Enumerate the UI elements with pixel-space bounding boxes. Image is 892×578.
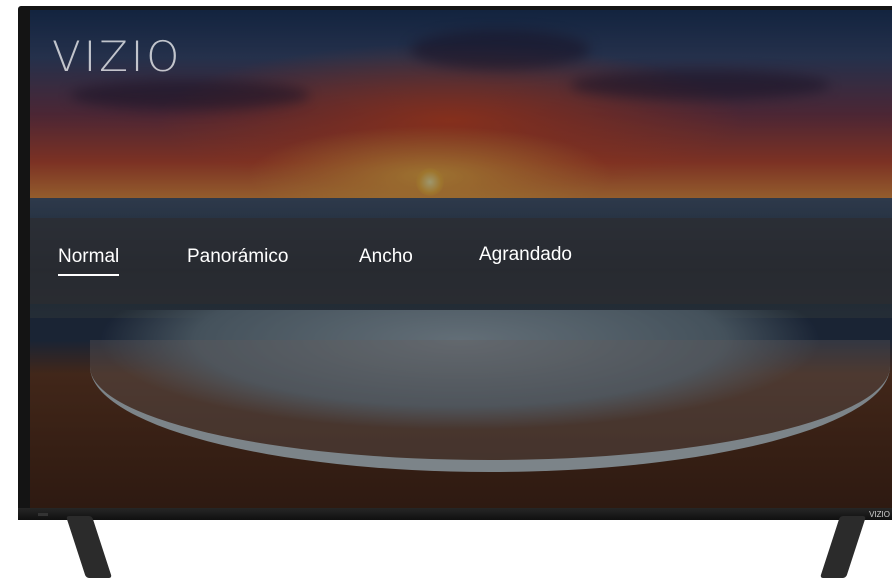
power-indicator [38,513,48,516]
menu-item-normal[interactable]: Normal [58,246,120,276]
tv-stand-right [819,516,867,578]
aspect-ratio-menu-band [30,218,892,304]
menu-item-panoramico[interactable]: Panorámico [187,246,288,268]
tv-screen: VIZIO Normal Panorámico Ancho Agrandado [30,10,892,510]
menu-item-agrandado[interactable]: Agrandado [479,244,572,266]
tv-bottom-bezel [18,508,892,520]
bezel-brand-tag: VIZIO [869,510,890,519]
tv-stand-left [65,516,113,578]
menu-item-ancho[interactable]: Ancho [359,246,413,268]
vizio-logo: VIZIO [52,32,183,81]
